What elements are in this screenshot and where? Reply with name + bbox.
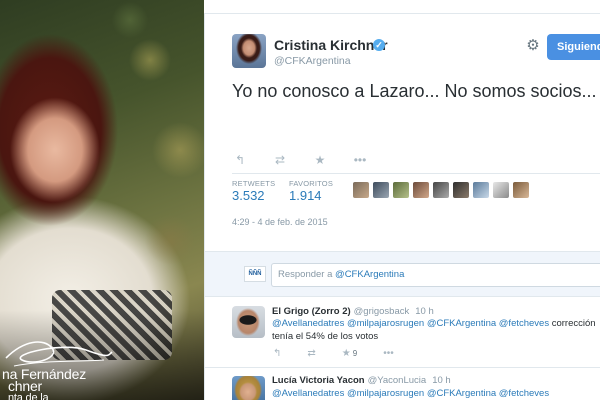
tweet-timestamp[interactable]: 4:29 - 4 de feb. de 2015: [232, 217, 328, 227]
retweet-icon[interactable]: ⇄: [273, 153, 287, 167]
favorite-icon[interactable]: ★: [313, 153, 327, 167]
caption-line-3: nta de la: [8, 392, 49, 400]
tweet-text: Yo no conosco a Lazaro... No somos socio…: [232, 81, 597, 101]
reply-author-name[interactable]: El Grigo (Zorro 2): [272, 306, 351, 317]
divider: [205, 367, 600, 368]
reply-time[interactable]: 10 h: [415, 306, 434, 317]
favorites-label: FAVORITOS: [289, 179, 334, 188]
more-icon[interactable]: •••: [353, 153, 367, 167]
list-item: Lucía Victoria Yacon @YaconLucia 10 h @Ave…: [205, 374, 600, 400]
favorite-icon[interactable]: ★ 9: [342, 348, 357, 359]
profile-background-photo: na Fernández chner nta de la: [0, 0, 204, 400]
reply-author: Lucía Victoria Yacon @YaconLucia 10 h: [272, 375, 451, 386]
reply-text: @Avellanedatres @milpajarosrugen @CFKArg…: [272, 317, 596, 330]
signature-graphic: [5, 341, 113, 367]
favoriter-avatars: [353, 182, 529, 198]
avatar[interactable]: [232, 306, 265, 338]
avatar[interactable]: [513, 182, 529, 198]
more-icon[interactable]: •••: [383, 348, 394, 359]
reply-text-line-2: tenía el 54% de los votos: [272, 331, 379, 342]
avatar[interactable]: [232, 376, 265, 400]
caption-line-2: chner: [8, 378, 43, 394]
tweet-actions: ↰ ⇄ ★ •••: [233, 153, 367, 167]
divider: [232, 173, 600, 174]
reply-mention: @CFKArgentina: [335, 269, 405, 280]
photo-caption: na Fernández chner nta de la: [0, 367, 204, 400]
reply-prompt: Responder a: [278, 269, 336, 280]
reply-time[interactable]: 10 h: [432, 375, 451, 386]
reply-author-handle[interactable]: @YaconLucia: [368, 375, 427, 386]
tweet-card: Cristina Kirchner ✓ @CFKArgentina ⚙ Sigu…: [204, 13, 600, 400]
avatar[interactable]: [493, 182, 509, 198]
list-item: El Grigo (Zorro 2) @grigosback 10 h @Avell…: [205, 304, 600, 362]
author-avatar[interactable]: [232, 34, 266, 68]
avatar[interactable]: [433, 182, 449, 198]
reply-mentions[interactable]: @Avellanedatres @milpajarosrugen @CFKArg…: [272, 388, 549, 399]
retweet-icon[interactable]: ⇄: [307, 348, 315, 359]
favorite-count: 9: [352, 349, 358, 358]
reply-author: El Grigo (Zorro 2) @grigosback 10 h: [272, 306, 434, 317]
reply-icon[interactable]: ↰: [233, 153, 247, 167]
author-name[interactable]: Cristina Kirchner: [274, 37, 388, 53]
gear-icon[interactable]: ⚙: [525, 38, 541, 54]
reply-author-handle[interactable]: @grigosback: [354, 306, 410, 317]
avatar[interactable]: [453, 182, 469, 198]
avatar[interactable]: [373, 182, 389, 198]
reply-text: @Avellanedatres @milpajarosrugen @CFKArg…: [272, 387, 549, 400]
reply-icon[interactable]: ↰: [273, 348, 281, 359]
avatar[interactable]: [413, 182, 429, 198]
reply-composer: ÑÑÑ Responder a @CFKArgentina: [205, 251, 600, 297]
author-handle[interactable]: @CFKArgentina: [274, 55, 351, 67]
avatar[interactable]: [473, 182, 489, 198]
favorites-count[interactable]: 1.914: [289, 188, 322, 203]
retweets-label: RETWEETS: [232, 179, 276, 188]
avatar[interactable]: [353, 182, 369, 198]
reply-author-name[interactable]: Lucía Victoria Yacon: [272, 375, 365, 386]
avatar[interactable]: [393, 182, 409, 198]
reply-actions: ↰ ⇄ ★ 9 •••: [273, 348, 394, 359]
verified-badge-icon: ✓: [373, 39, 385, 51]
reply-mentions[interactable]: @Avellanedatres @milpajarosrugen @CFKArg…: [272, 318, 549, 329]
avatar: ÑÑÑ: [244, 266, 266, 282]
following-button[interactable]: Siguiendo: [547, 34, 600, 60]
reply-input[interactable]: Responder a @CFKArgentina: [271, 263, 600, 287]
retweets-count[interactable]: 3.532: [232, 188, 265, 203]
reply-text-rest: corrección: [549, 318, 596, 329]
